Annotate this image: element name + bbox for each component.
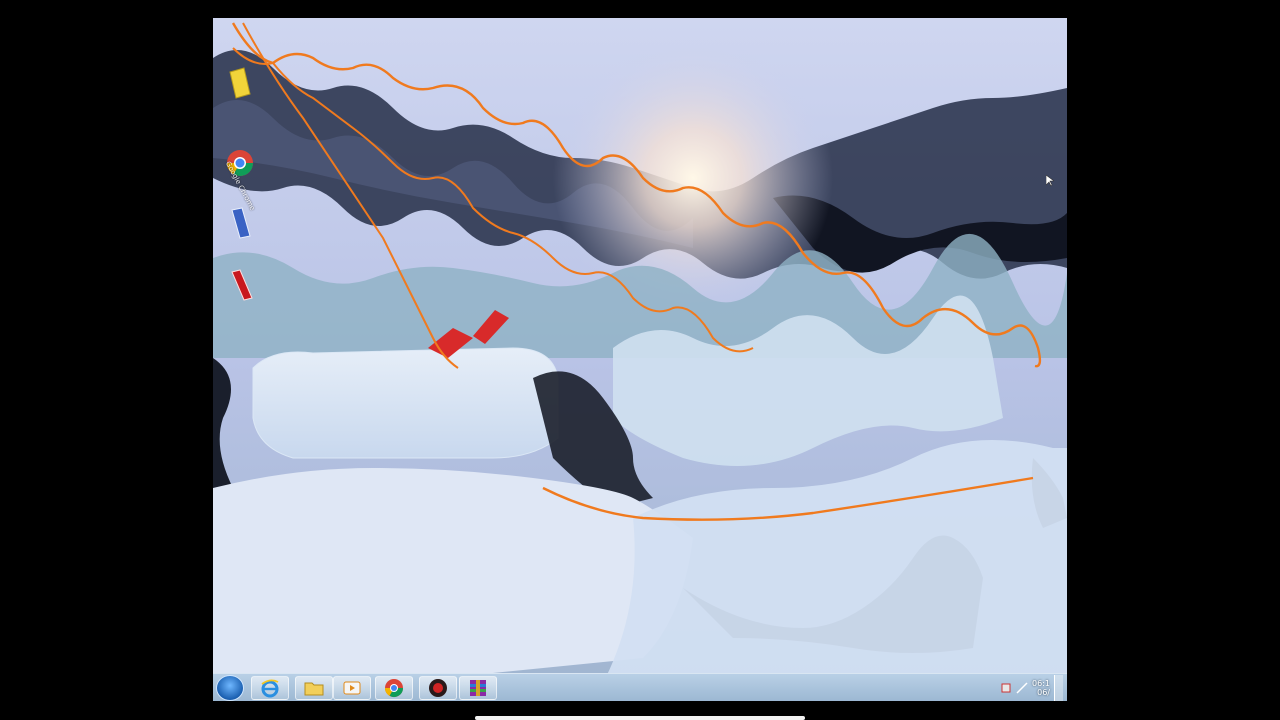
- taskbar-chrome[interactable]: [375, 676, 413, 700]
- clock-time: 06:1: [1032, 679, 1050, 688]
- ice-slab: [252, 347, 559, 459]
- system-tray: 06:1 06/: [1000, 674, 1063, 701]
- taskbar-media-player[interactable]: [333, 676, 371, 700]
- media-player-icon: [343, 681, 361, 695]
- desktop-icon-folder[interactable]: [219, 66, 261, 126]
- desktop-icon-media[interactable]: [219, 206, 261, 266]
- folder-icon: [229, 67, 251, 99]
- desktop-screen: Google Chrome 06:1 06/: [213, 18, 1067, 701]
- show-desktop-button[interactable]: [1054, 675, 1063, 701]
- taskbar-ie[interactable]: [251, 676, 289, 700]
- taskbar-winrar[interactable]: [459, 676, 497, 700]
- taskbar-recorder[interactable]: [419, 676, 457, 700]
- video-progress-bar[interactable]: [475, 716, 805, 720]
- internet-explorer-icon: [261, 679, 279, 698]
- taskbar: 06:1 06/: [213, 673, 1067, 701]
- clock[interactable]: 06:1 06/: [1032, 679, 1050, 697]
- app-icon: [231, 269, 253, 301]
- winrar-icon: [470, 680, 486, 696]
- chrome-icon: [385, 679, 403, 698]
- media-icon: [231, 207, 251, 239]
- record-icon: [429, 679, 447, 697]
- mouse-cursor-icon: [1046, 175, 1054, 187]
- desktop-icon-chrome[interactable]: Google Chrome: [219, 146, 261, 212]
- explorer-folder-icon: [304, 682, 324, 696]
- clock-date: 06/: [1037, 688, 1050, 697]
- taskbar-explorer[interactable]: [295, 676, 333, 700]
- flag-icon[interactable]: [1000, 682, 1012, 694]
- start-button[interactable]: [216, 675, 244, 701]
- ice-wallpaper: [213, 18, 1067, 701]
- desktop-icon-app[interactable]: [219, 268, 261, 328]
- network-icon[interactable]: [1016, 682, 1028, 694]
